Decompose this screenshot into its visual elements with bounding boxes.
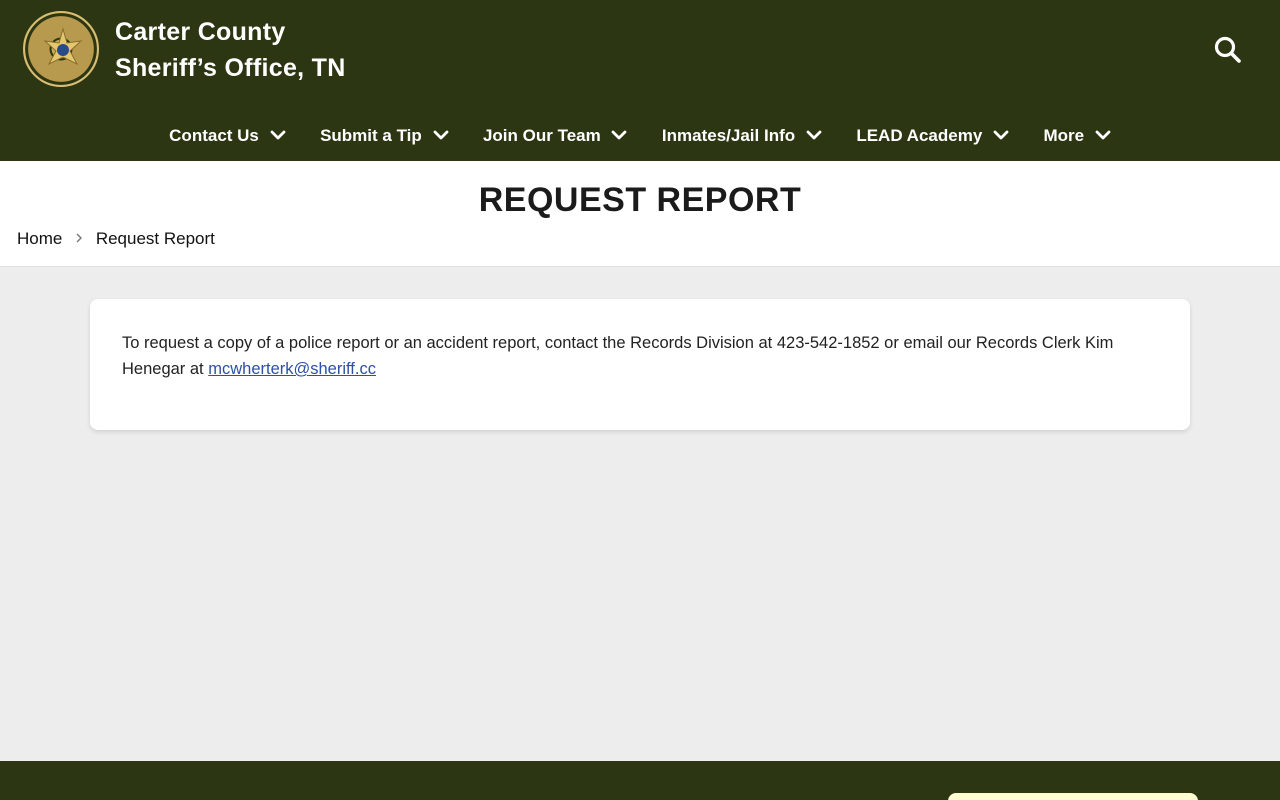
nav-item-label: Inmates/Jail Info	[661, 126, 796, 145]
chevron-down-icon	[806, 130, 822, 140]
nav-item-label: More	[1043, 126, 1085, 145]
nav-item-label: Contact Us	[169, 126, 259, 145]
footer-widget[interactable]	[948, 793, 1198, 800]
chevron-right-icon	[76, 233, 83, 243]
site-header: Carter County Sheriff’s Office, TN Conta…	[0, 0, 1280, 161]
page-title: REQUEST REPORT	[478, 181, 802, 219]
chevron-down-icon	[270, 130, 286, 140]
nav-item-label: Join Our Team	[482, 126, 601, 145]
search-button[interactable]	[1212, 34, 1244, 66]
search-icon	[1214, 36, 1241, 63]
site-title-line2: Sheriff’s Office, TN	[115, 54, 346, 82]
sheriff-seal-logo[interactable]	[23, 11, 99, 87]
page-title-band: REQUEST REPORT Home Request Report	[0, 161, 1280, 267]
breadcrumb-home-link[interactable]: Home	[17, 229, 62, 248]
content-card: To request a copy of a police report or …	[90, 299, 1190, 430]
chevron-down-icon	[1095, 130, 1111, 140]
chevron-down-icon	[433, 130, 448, 140]
records-email-link[interactable]: mcwherterk@sheriff.cc	[208, 360, 376, 378]
chevron-down-icon	[993, 130, 1009, 140]
nav-item-more[interactable]: More	[1043, 120, 1111, 152]
site-footer	[0, 761, 1280, 800]
nav-item-lead-academy[interactable]: LEAD Academy	[856, 120, 1009, 152]
site-title-line1: Carter County	[115, 18, 286, 46]
content-paragraph: To request a copy of a police report or …	[122, 330, 1132, 382]
nav-item-inmates-jail-info[interactable]: Inmates/Jail Info	[662, 120, 822, 152]
nav-item-join-our-team[interactable]: Join Our Team	[483, 120, 628, 152]
nav-item-label: LEAD Academy	[856, 126, 983, 145]
nav-item-contact-us[interactable]: Contact Us	[169, 120, 286, 152]
chevron-down-icon	[612, 130, 627, 140]
breadcrumb-current: Request Report	[95, 229, 215, 248]
breadcrumb: Home Request Report	[17, 228, 215, 250]
main-nav: Contact Us Submit a Tip Join Our Team In…	[0, 120, 1280, 152]
site-title[interactable]: Carter County Sheriff’s Office, TN	[115, 14, 415, 86]
nav-item-label: Submit a Tip	[320, 126, 422, 145]
nav-item-submit-a-tip[interactable]: Submit a Tip	[320, 120, 448, 152]
